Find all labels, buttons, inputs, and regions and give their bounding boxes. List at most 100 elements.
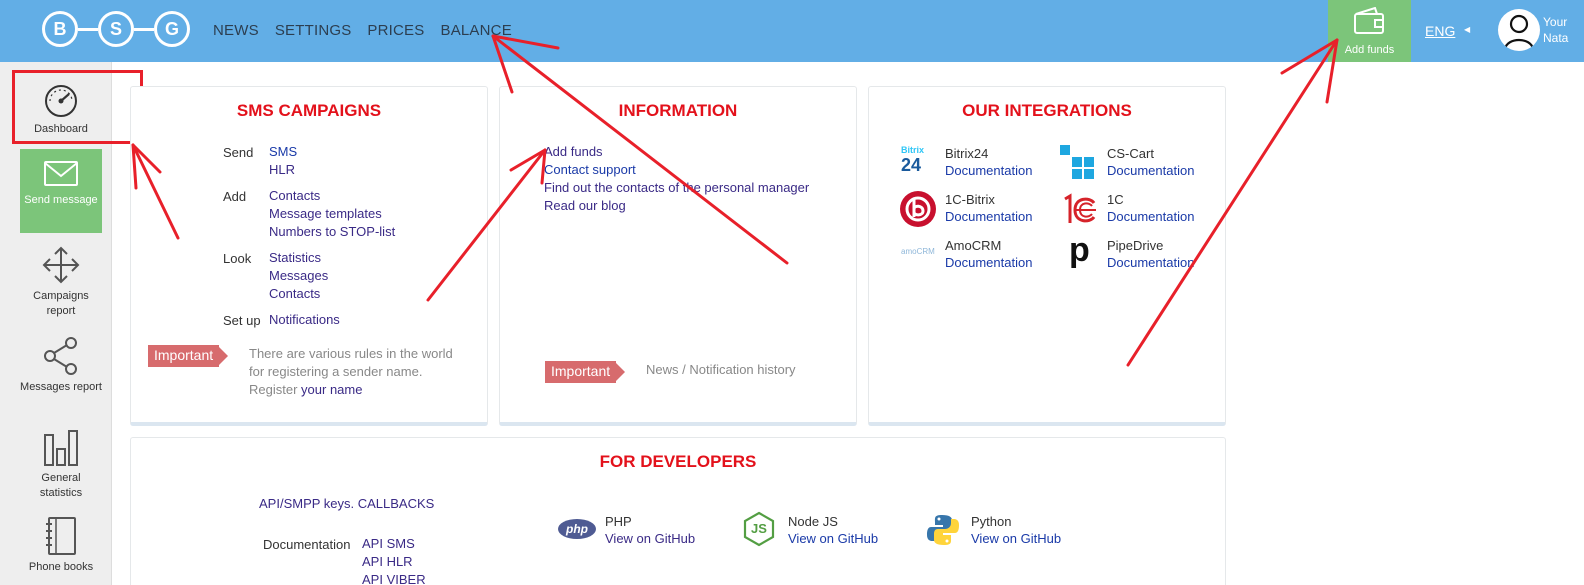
- integration-1c-bitrix: 1C-Bitrix Documentation: [945, 191, 1032, 226]
- sidebar-item-label: Messages report: [20, 381, 102, 393]
- look-links: Statistics Messages Contacts: [269, 249, 328, 303]
- nav-balance[interactable]: BALANCE: [440, 22, 511, 39]
- link-messages[interactable]: Messages: [269, 267, 328, 285]
- dev-python: Python View on GitHub: [971, 513, 1061, 548]
- link-github-python[interactable]: View on GitHub: [971, 530, 1061, 548]
- send-label: Send: [223, 145, 254, 160]
- documentation-links: API SMS API HLR API VIBER: [362, 535, 426, 585]
- link-add-funds[interactable]: Add funds: [544, 143, 809, 161]
- amocrm-logo: amoCRM: [901, 247, 935, 256]
- sidebar-item-label: Send message: [24, 194, 98, 206]
- sidebar-item-send-message[interactable]: Send message: [20, 149, 102, 233]
- wallet-icon: [1354, 7, 1384, 34]
- setup-label: Set up: [223, 313, 261, 328]
- dev-nodejs: Node JS View on GitHub: [788, 513, 878, 548]
- link-documentation[interactable]: Documentation: [1107, 254, 1194, 272]
- sidebar-item-general-statistics[interactable]: General statistics: [20, 427, 102, 501]
- integration-name: 1C-Bitrix: [945, 192, 995, 207]
- sidebar-item-campaigns-report[interactable]: Campaigns report: [20, 245, 102, 319]
- top-navigation: NEWS SETTINGS PRICES BALANCE: [213, 22, 512, 39]
- integration-name: Bitrix24: [945, 146, 989, 161]
- add-links: Contacts Message templates Numbers to ST…: [269, 187, 395, 241]
- link-notifications[interactable]: Notifications: [269, 311, 340, 329]
- link-documentation[interactable]: Documentation: [945, 162, 1032, 180]
- developers-card: FOR DEVELOPERS API/SMPP keys. CALLBACKS …: [130, 437, 1226, 585]
- integration-cs-cart: CS-Cart Documentation: [1107, 145, 1194, 180]
- logo-letter-b: B: [42, 11, 78, 47]
- integrations-title: OUR INTEGRATIONS: [962, 101, 1132, 120]
- sms-campaigns-card: SMS CAMPAIGNS Send SMS HLR Add Contacts …: [130, 86, 488, 426]
- link-github-nodejs[interactable]: View on GitHub: [788, 530, 878, 548]
- send-links: SMS HLR: [269, 143, 297, 179]
- sidebar-item-phone-books[interactable]: Phone books: [20, 516, 102, 575]
- link-notification-history[interactable]: News / Notification history: [646, 361, 796, 379]
- link-documentation[interactable]: Documentation: [1107, 208, 1194, 226]
- link-documentation[interactable]: Documentation: [1107, 162, 1194, 180]
- add-label: Add: [223, 189, 247, 204]
- link-look-contacts[interactable]: Contacts: [269, 285, 328, 303]
- information-links: Add funds Contact support Find out the c…: [544, 143, 809, 215]
- link-send-hlr[interactable]: HLR: [269, 161, 297, 179]
- notebook-icon: [46, 517, 76, 555]
- link-github-php[interactable]: View on GitHub: [605, 530, 695, 548]
- integration-1c: 1C Documentation: [1107, 191, 1194, 226]
- link-contact-support[interactable]: Contact support: [544, 161, 809, 179]
- setup-links: Notifications: [269, 311, 340, 329]
- link-stop-list[interactable]: Numbers to STOP-list: [269, 223, 395, 241]
- sidebar-item-label: Phone books: [28, 561, 94, 573]
- integration-amocrm: AmoCRM Documentation: [945, 237, 1032, 272]
- bitrix24-logo: Bitrix 24: [901, 145, 937, 181]
- dev-language-name: Python: [971, 514, 1012, 529]
- link-statistics[interactable]: Statistics: [269, 249, 328, 267]
- dev-language-name: Node JS: [788, 514, 838, 529]
- link-documentation[interactable]: Documentation: [945, 208, 1032, 226]
- information-title: INFORMATION: [618, 101, 738, 120]
- link-register-name[interactable]: your name: [301, 382, 362, 397]
- user-name[interactable]: Your Nata: [1543, 14, 1568, 46]
- nav-prices[interactable]: PRICES: [367, 22, 424, 39]
- link-send-sms[interactable]: SMS: [269, 143, 297, 161]
- nav-news[interactable]: NEWS: [213, 22, 259, 39]
- pipedrive-logo: p: [1069, 231, 1090, 269]
- important-badge: Important: [545, 361, 626, 383]
- envelope-icon: [44, 161, 78, 186]
- annotation-highlight-box: [12, 70, 143, 144]
- move-arrows-icon: [42, 246, 80, 284]
- note-line-1: There are various rules in the world: [249, 346, 453, 361]
- link-api-hlr[interactable]: API HLR: [362, 553, 426, 571]
- add-funds-button[interactable]: Add funds: [1328, 0, 1411, 62]
- brand-logo[interactable]: B S G: [42, 11, 192, 49]
- share-icon: [44, 337, 77, 375]
- bar-chart-icon: [44, 430, 78, 466]
- 1c-bitrix-logo: [900, 191, 936, 227]
- add-funds-label: Add funds: [1344, 44, 1395, 56]
- integration-name: CS-Cart: [1107, 146, 1154, 161]
- link-api-viber[interactable]: API VIBER: [362, 571, 426, 585]
- link-add-contacts[interactable]: Contacts: [269, 187, 395, 205]
- avatar[interactable]: [1498, 9, 1540, 51]
- link-personal-manager[interactable]: Find out the contacts of the personal ma…: [544, 179, 809, 197]
- link-api-keys-callbacks[interactable]: API/SMPP keys. CALLBACKS: [259, 495, 434, 513]
- sidebar-item-label: General statistics: [39, 472, 83, 499]
- logo-connector: [134, 28, 154, 31]
- python-logo: [927, 515, 959, 545]
- important-badge: Important: [148, 345, 229, 367]
- 1c-logo: [1064, 193, 1096, 223]
- nav-settings[interactable]: SETTINGS: [275, 22, 352, 39]
- php-logo: php: [558, 519, 596, 539]
- link-read-blog[interactable]: Read our blog: [544, 197, 809, 215]
- dev-language-name: PHP: [605, 514, 632, 529]
- sender-name-note: There are various rules in the world for…: [249, 345, 453, 399]
- language-selector[interactable]: ENG: [1425, 23, 1455, 39]
- integration-name: PipeDrive: [1107, 238, 1164, 253]
- dev-php: PHP View on GitHub: [605, 513, 695, 548]
- information-card: INFORMATION Add funds Contact support Fi…: [499, 86, 857, 426]
- link-api-sms[interactable]: API SMS: [362, 535, 426, 553]
- cs-cart-logo: [1060, 145, 1094, 179]
- documentation-label: Documentation: [263, 537, 351, 552]
- sidebar-item-messages-report[interactable]: Messages report: [20, 336, 102, 395]
- link-message-templates[interactable]: Message templates: [269, 205, 395, 223]
- integration-pipedrive: PipeDrive Documentation: [1107, 237, 1194, 272]
- link-documentation[interactable]: Documentation: [945, 254, 1032, 272]
- caret-left-icon[interactable]: ◀: [1464, 25, 1470, 34]
